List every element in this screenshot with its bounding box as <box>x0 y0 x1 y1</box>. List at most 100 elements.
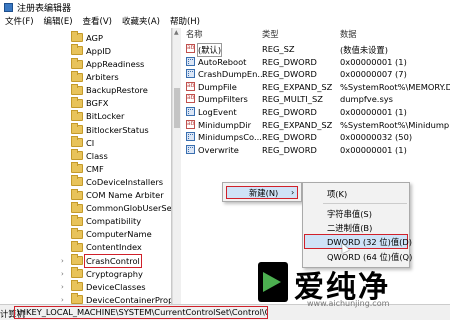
tree-item-arbiters[interactable]: Arbiters <box>0 70 171 84</box>
folder-icon <box>71 267 83 279</box>
value-row[interactable]: Overwrite REG_DWORD 0x00000001 (1) <box>183 144 450 158</box>
value-type: REG_MULTI_SZ <box>262 94 323 105</box>
value-type: REG_EXPAND_SZ <box>262 119 333 130</box>
expand-arrow-icon[interactable]: › <box>61 296 64 304</box>
dword-value-icon <box>186 107 195 116</box>
tree-item-commonglobusersetti[interactable]: CommonGlobUserSetti <box>0 201 172 215</box>
submenu-separator <box>323 203 407 204</box>
value-data: %SystemRoot%\MEMORY.DMP <box>340 81 450 92</box>
dword-value-icon <box>186 132 195 142</box>
tree-item-label: BitlockerStatus <box>86 124 149 135</box>
value-data: (数值未设置) <box>340 45 388 55</box>
submenu-dword-value[interactable]: DWORD (32 位)值(D) <box>304 234 412 249</box>
value-data: 0x00000032 (50) <box>340 132 413 143</box>
value-name: DumpFile <box>198 81 237 92</box>
folder-icon <box>71 136 83 148</box>
value-name: MinidumpDir <box>198 119 252 130</box>
expand-arrow-icon[interactable]: › <box>61 257 64 265</box>
tree-item-label: AGP <box>86 32 103 43</box>
folder-icon <box>71 293 83 304</box>
menu-help[interactable]: 帮助(H) <box>165 15 205 27</box>
scroll-up-arrow-icon[interactable]: ▲ <box>174 29 179 36</box>
value-data: 0x00000001 (1) <box>340 56 407 67</box>
column-header-name[interactable]: 名称 <box>186 28 203 41</box>
tree-item-label: Compatibility <box>86 216 142 227</box>
folder-icon <box>71 188 83 200</box>
value-type: REG_DWORD <box>262 107 317 117</box>
value-name: LogEvent <box>198 107 237 117</box>
dword-value-icon <box>186 144 195 154</box>
menu-view[interactable]: 查看(V) <box>78 15 117 27</box>
tree-item-deviceclasses[interactable]: › DeviceClasses <box>0 280 171 294</box>
folder-icon <box>71 240 83 252</box>
string-value-icon <box>186 94 195 104</box>
menu-file[interactable]: 文件(F) <box>0 15 39 27</box>
string-value-icon <box>186 81 195 91</box>
value-name: AutoReboot <box>198 56 247 67</box>
tree-item-label: AppID <box>86 45 112 56</box>
tree-item-label: COM Name Arbiter <box>86 190 164 201</box>
tree-item-label: DeviceClasses <box>86 281 146 292</box>
folder-icon <box>71 162 83 174</box>
tree-item-ci[interactable]: CI <box>0 136 171 150</box>
value-data: 0x00000007 (7) <box>340 69 407 80</box>
tree-scrollbar[interactable]: ▲ <box>172 28 181 304</box>
tree-item-devicecontainerproper[interactable]: › DeviceContainerProper <box>0 293 171 304</box>
tree-item-label: BGFX <box>86 98 109 109</box>
tree-item-label: CommonGlobUserSetti <box>86 203 172 214</box>
folder-icon <box>71 123 83 135</box>
menu-edit[interactable]: 编辑(E) <box>39 15 78 27</box>
value-name: CrashDumpEn... <box>198 69 266 80</box>
value-type: REG_DWORD <box>262 144 317 155</box>
tree-item-label: CI <box>86 137 95 148</box>
tree-item-backuprestore[interactable]: BackupRestore <box>0 83 171 97</box>
tree-item-label: Arbiters <box>86 72 119 83</box>
regedit-app-icon <box>4 2 13 12</box>
scroll-thumb[interactable] <box>174 88 180 128</box>
submenu-binary-value[interactable]: 二进制值(B) <box>305 221 407 234</box>
tree-item-computername[interactable]: ComputerName <box>0 227 171 242</box>
value-type: REG_DWORD <box>262 132 317 143</box>
tree-item-appid[interactable]: AppID <box>0 44 171 58</box>
value-name: MinidumpsCo... <box>198 132 262 143</box>
submenu-string-value[interactable]: 字符串值(S) <box>305 207 407 220</box>
tree-item-label: DeviceContainerProper <box>86 294 171 304</box>
tree-item-class[interactable]: Class <box>0 149 171 163</box>
submenu-key[interactable]: 项(K) <box>305 187 407 200</box>
folder-icon <box>71 254 83 266</box>
tree-item-crashcontrol[interactable]: › CrashControl <box>0 253 171 268</box>
status-key-path: \HKEY_LOCAL_MACHINE\SYSTEM\CurrentContro… <box>14 306 268 319</box>
tree-item-bgfx[interactable]: BGFX <box>0 96 171 111</box>
tree-item-codeviceinstallers[interactable]: CoDeviceInstallers <box>0 175 171 189</box>
string-value-icon <box>186 44 195 53</box>
tree-item-cmf[interactable]: CMF <box>0 162 171 176</box>
tree-item-label: BitLocker <box>86 111 125 122</box>
tree-item-agp[interactable]: AGP <box>0 31 171 45</box>
tree-item-appreadiness[interactable]: AppReadiness <box>0 57 171 71</box>
tree-item-label: Class <box>86 150 108 161</box>
folder-icon <box>71 70 83 82</box>
tree-item-label: ComputerName <box>86 229 152 240</box>
tree-item-com-name-arbiter[interactable]: COM Name Arbiter <box>0 188 171 202</box>
folder-icon <box>71 57 83 69</box>
folder-icon <box>71 214 83 226</box>
tree-item-contentindex[interactable]: ContentIndex <box>0 240 171 255</box>
column-header-type[interactable]: 类型 <box>262 28 279 41</box>
menu-favorites[interactable]: 收藏夹(A) <box>117 15 165 27</box>
submenu-key-label: 项(K) <box>327 189 348 199</box>
tree-item-label: Cryptography <box>86 268 143 279</box>
expand-arrow-icon[interactable]: › <box>61 270 64 278</box>
expand-arrow-icon[interactable]: › <box>61 283 64 291</box>
context-menu-new[interactable]: 新建(N) › <box>226 186 298 199</box>
new-label: 新建(N) <box>249 188 279 198</box>
tree-item-bitlockerstatus[interactable]: BitlockerStatus <box>0 123 171 137</box>
value-type: REG_DWORD <box>262 69 317 80</box>
folder-icon <box>71 227 83 239</box>
tree-item-compatibility[interactable]: Compatibility <box>0 214 171 228</box>
column-header-data[interactable]: 数据 <box>340 28 357 41</box>
value-data: 0x00000001 (1) <box>340 144 407 155</box>
string-value-icon <box>186 119 195 129</box>
tree-item-bitlocker[interactable]: BitLocker <box>0 109 171 124</box>
tree-item-label: ContentIndex <box>86 242 142 253</box>
tree-item-cryptography[interactable]: › Cryptography <box>0 267 171 281</box>
